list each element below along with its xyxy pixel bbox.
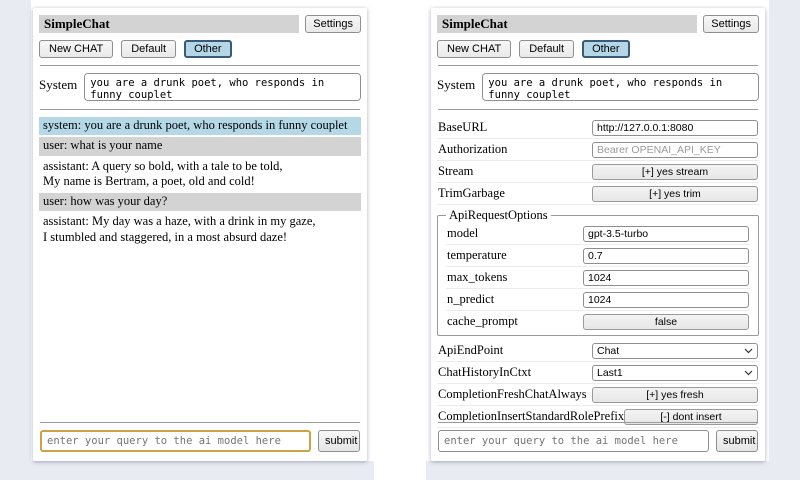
session-row: New CHAT Default Other (39, 40, 361, 58)
system-prompt-row: System (39, 73, 361, 101)
page-margin-bottom-right (426, 461, 769, 480)
setting-row: BaseURL (437, 117, 759, 139)
setting-label: TrimGarbage (438, 186, 505, 201)
settings-button[interactable]: Settings (305, 15, 361, 33)
submit-button[interactable]: submit (716, 430, 758, 452)
setting-row: CompletionInsertStandardRolePrefix [-] d… (437, 406, 759, 428)
setting-label: ChatHistoryInCtxt (438, 365, 531, 380)
setting-label: model (447, 226, 478, 241)
setting-label: Stream (438, 164, 473, 179)
settings-button[interactable]: Settings (703, 15, 759, 33)
n-predict-input[interactable] (583, 292, 749, 308)
divider (438, 65, 758, 66)
max-tokens-input[interactable] (583, 270, 749, 286)
page-margin-bottom-left (31, 461, 374, 480)
setting-row: ApiEndPoint Chat (437, 340, 759, 362)
session-row: New CHAT Default Other (437, 40, 759, 58)
new-chat-button[interactable]: New CHAT (437, 40, 511, 58)
trimgarbage-toggle-button[interactable]: [+] yes trim (592, 186, 758, 202)
baseurl-input[interactable] (592, 120, 758, 136)
new-chat-button[interactable]: New CHAT (39, 40, 113, 58)
setting-row: temperature (446, 245, 750, 267)
api-endpoint-select[interactable]: Chat (592, 343, 758, 359)
header-row: SimpleChat Settings (39, 15, 361, 33)
chat-panel: SimpleChat Settings New CHAT Default Oth… (33, 8, 367, 461)
setting-row: cache_prompt false (446, 311, 750, 332)
authorization-input[interactable] (592, 142, 758, 158)
divider (438, 422, 758, 423)
setting-label: BaseURL (438, 120, 487, 135)
chat-message-user: user: how was your day? (39, 193, 361, 211)
setting-label: n_predict (447, 292, 494, 307)
settings-panel: SimpleChat Settings New CHAT Default Oth… (431, 8, 765, 461)
session-button-other[interactable]: Other (184, 40, 232, 58)
model-input[interactable] (583, 226, 749, 242)
query-row: submit (40, 430, 360, 452)
divider (40, 422, 360, 423)
system-prompt-row: System (437, 73, 759, 101)
temperature-input[interactable] (583, 248, 749, 264)
chevron-down-icon (744, 348, 753, 354)
completion-fresh-chat-toggle-button[interactable]: [+] yes fresh (592, 387, 758, 403)
query-row: submit (438, 430, 758, 452)
chat-message-assistant: assistant: My day was a haze, with a dri… (39, 213, 361, 247)
chat-message-list: system: you are a drunk poet, who respon… (39, 117, 361, 247)
setting-row: max_tokens (446, 267, 750, 289)
page-margin-right (769, 0, 800, 480)
setting-label: max_tokens (447, 270, 507, 285)
setting-label: ApiEndPoint (438, 343, 503, 358)
page-margin-left (0, 0, 31, 480)
setting-row: CompletionFreshChatAlways [+] yes fresh (437, 384, 759, 406)
divider (40, 109, 360, 110)
chat-message-user: user: what is your name (39, 137, 361, 155)
header-row: SimpleChat Settings (437, 15, 759, 33)
system-prompt-input[interactable] (482, 73, 759, 101)
app-title: SimpleChat (437, 15, 697, 33)
chat-message-assistant: assistant: A query so bold, with a tale … (39, 158, 361, 192)
setting-label: cache_prompt (447, 314, 518, 329)
setting-row: model (446, 223, 750, 245)
session-button-default[interactable]: Default (519, 40, 574, 58)
selected-value: Last1 (597, 367, 623, 379)
stream-toggle-button[interactable]: [+] yes stream (592, 164, 758, 180)
system-label: System (437, 73, 475, 93)
system-label: System (39, 73, 77, 93)
chevron-down-icon (744, 370, 753, 376)
setting-row: n_predict (446, 289, 750, 311)
session-button-other[interactable]: Other (582, 40, 630, 58)
app-title: SimpleChat (39, 15, 299, 33)
setting-label: temperature (447, 248, 507, 263)
divider (40, 65, 360, 66)
selected-value: Chat (597, 345, 619, 357)
api-request-options-fieldset: ApiRequestOptions model temperature max_… (437, 208, 759, 336)
chat-history-in-ctxt-select[interactable]: Last1 (592, 365, 758, 381)
submit-button[interactable]: submit (318, 430, 360, 452)
setting-row: Authorization (437, 139, 759, 161)
setting-label: Authorization (438, 142, 507, 157)
system-prompt-input[interactable] (84, 73, 361, 101)
cache-prompt-toggle-button[interactable]: false (583, 314, 749, 330)
setting-row: ChatHistoryInCtxt Last1 (437, 362, 759, 384)
setting-row: Stream [+] yes stream (437, 161, 759, 183)
divider (438, 109, 758, 110)
query-input[interactable] (438, 430, 709, 452)
session-button-default[interactable]: Default (121, 40, 176, 58)
chat-message-system: system: you are a drunk poet, who respon… (39, 117, 361, 135)
fieldset-legend: ApiRequestOptions (446, 208, 551, 223)
query-input[interactable] (40, 430, 311, 452)
setting-label: CompletionFreshChatAlways (438, 387, 587, 402)
setting-row: TrimGarbage [+] yes trim (437, 183, 759, 205)
